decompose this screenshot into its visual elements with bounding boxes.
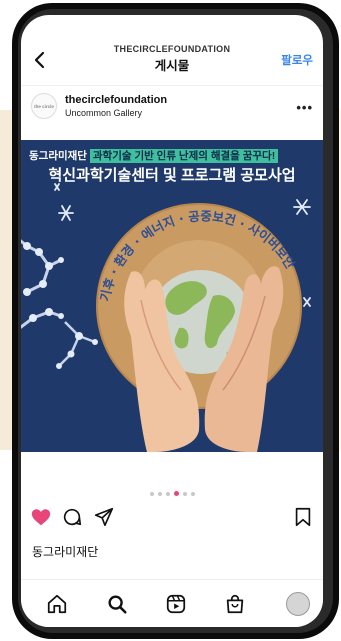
banner-prefix: 동그라미재단 [29, 150, 87, 162]
share-icon[interactable] [93, 506, 115, 528]
carousel-dot [149, 491, 154, 496]
heart-icon[interactable] [30, 506, 52, 528]
search-icon[interactable] [106, 593, 128, 615]
top-navigation-bar: THECIRCLEFOUNDATION 게시물 팔로우 [21, 15, 323, 85]
banner-highlight: 과학기술 기반 인류 난제의 해결을 꿈꾸다! [89, 149, 279, 163]
account-name[interactable]: thecirclefoundation [65, 94, 167, 106]
shop-icon[interactable] [224, 593, 246, 615]
header-username: THECIRCLEFOUNDATION [113, 44, 231, 54]
reels-icon[interactable] [165, 593, 187, 615]
home-icon[interactable] [46, 593, 68, 615]
follow-button[interactable]: 팔로우 [281, 52, 313, 68]
account-subtitle[interactable]: Uncommon Gallery [65, 108, 142, 118]
banner-line-1: 동그라미재단 과학기술 기반 인류 난제의 해결을 꿈꾸다! [29, 148, 279, 163]
carousel-indicator [21, 485, 323, 497]
post-header: the circle thecirclefoundation Uncommon … [21, 85, 323, 127]
post-illustration: 기후 · 환경 · 에너지 · 공중보건 · 사이버보안 [21, 183, 311, 452]
app-screen: THECIRCLEFOUNDATION 게시물 팔로우 the circle t… [21, 15, 323, 627]
banner-title: 혁신과학기술센터 및 프로그램 공모사업 [48, 167, 296, 184]
more-horizontal-icon[interactable]: ••• [296, 100, 313, 115]
post-image[interactable]: 기후 · 환경 · 에너지 · 공중보건 · 사이버보안 동그라미재단 과학기술… [21, 140, 323, 452]
carousel-dot [173, 491, 179, 497]
bookmark-icon[interactable] [292, 506, 314, 528]
post-caption: 동그라미재단 [32, 545, 99, 559]
header-title-group: THECIRCLEFOUNDATION 게시물 [81, 44, 263, 74]
avatar-logo-text: the circle [34, 103, 54, 109]
carousel-dot [190, 491, 195, 496]
carousel-dot [182, 491, 187, 496]
carousel-dot [157, 491, 162, 496]
profile-avatar[interactable] [286, 592, 310, 616]
carousel-dot [165, 491, 170, 496]
chevron-left-icon[interactable] [29, 49, 51, 71]
comment-icon[interactable] [61, 506, 83, 528]
page-title: 게시물 [154, 59, 190, 73]
post-actions-bar [21, 502, 323, 532]
account-avatar[interactable]: the circle [31, 93, 57, 119]
bottom-tab-bar [21, 579, 323, 627]
